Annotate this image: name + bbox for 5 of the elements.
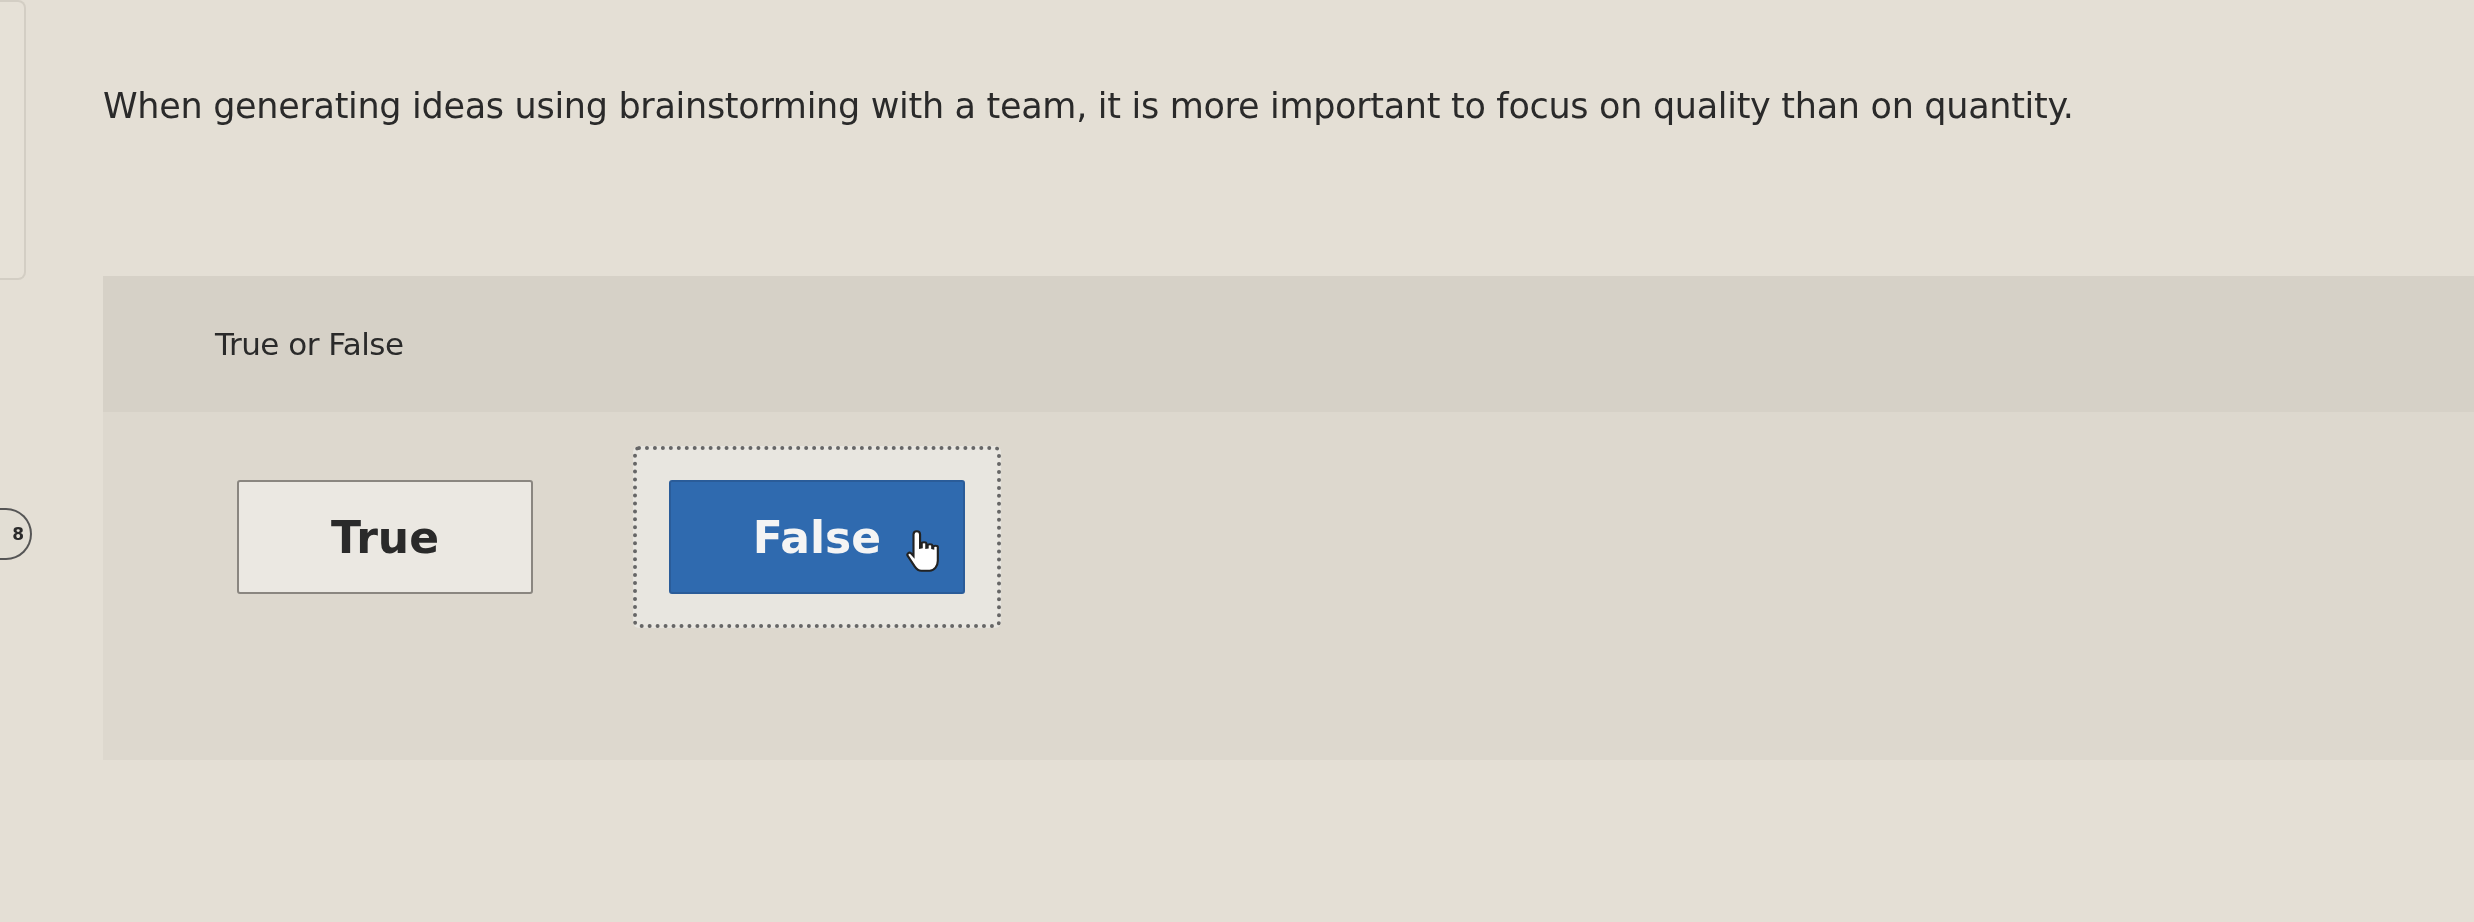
answer-button[interactable]: True: [237, 480, 533, 594]
answer-button[interactable]: False: [669, 480, 965, 594]
question-text: When generating ideas using brainstorming with a team, it is more important to focus on quality than on quantity.: [103, 86, 2075, 128]
prompt-text: True or False: [215, 326, 404, 362]
question-number: 8: [0, 508, 32, 560]
